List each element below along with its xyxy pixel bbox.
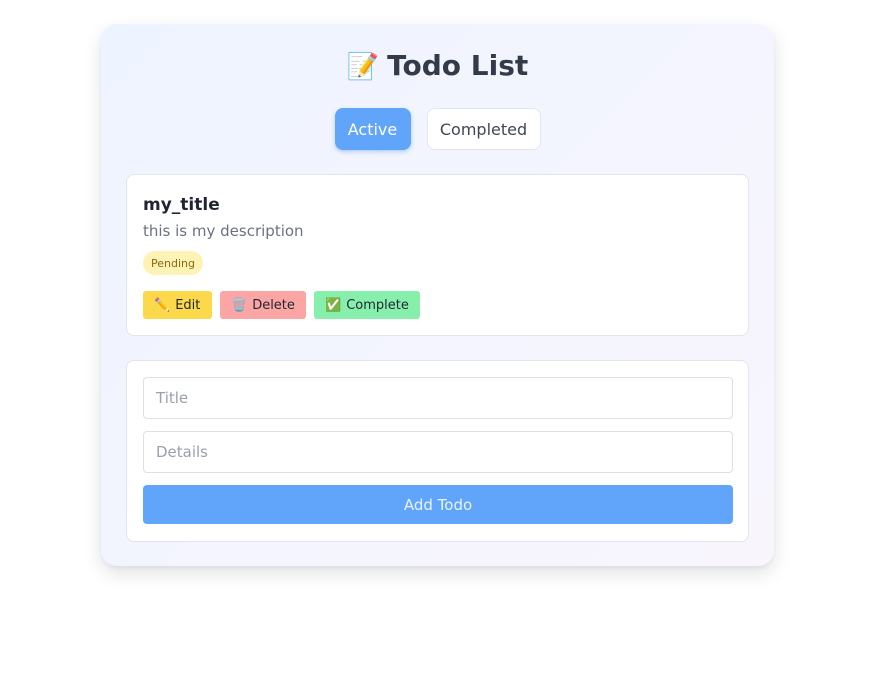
page-title: 📝 Todo List [101,48,774,85]
trash-icon: 🗑️ [231,297,248,313]
page-title-text: Todo List [387,49,529,82]
memo-icon: 📝 [346,52,380,82]
todo-description: this is my description [143,222,304,240]
details-input[interactable] [143,431,733,473]
delete-button-label: Delete [252,297,295,313]
tab-completed[interactable]: Completed [426,108,541,150]
edit-button[interactable]: ✏️ Edit [143,291,212,319]
todo-app-card: 📝 Todo List Active Completed my_title thi… [101,24,774,566]
complete-button[interactable]: ✅ Complete [314,291,420,319]
delete-button[interactable]: 🗑️ Delete [220,291,306,319]
complete-button-label: Complete [346,297,409,313]
check-icon: ✅ [325,297,342,313]
todo-title: my_title [143,195,220,215]
tab-active[interactable]: Active [334,108,411,150]
todo-actions: ✏️ Edit 🗑️ Delete ✅ Complete [143,291,420,319]
pencil-icon: ✏️ [154,297,171,313]
add-todo-form: Add Todo [126,360,749,542]
todo-item: my_title this is my description Pending … [126,174,749,336]
filter-tabs: Active Completed [101,108,774,150]
status-badge: Pending [143,251,203,275]
add-todo-button[interactable]: Add Todo [143,485,733,524]
title-input[interactable] [143,377,733,419]
edit-button-label: Edit [175,297,201,313]
